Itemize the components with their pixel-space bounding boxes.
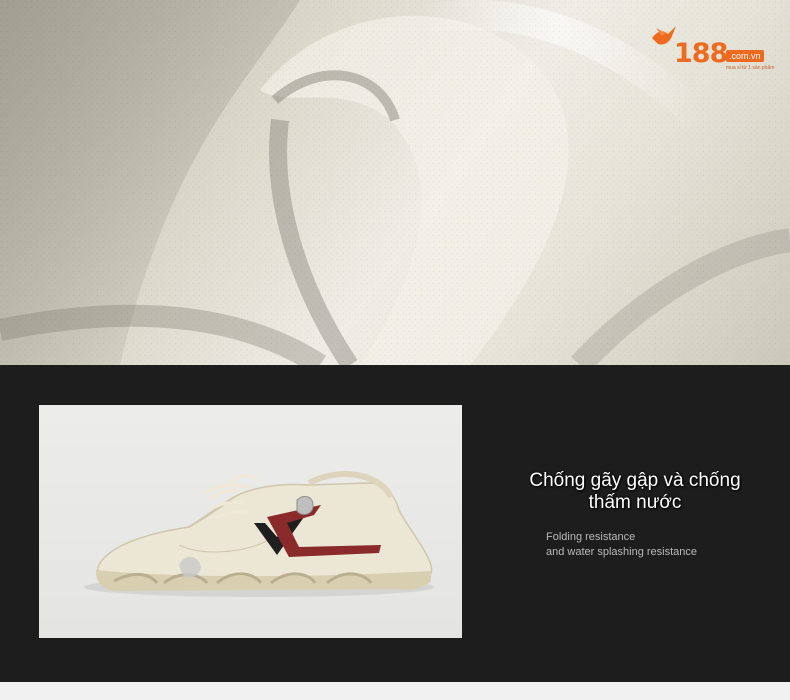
bottom-strip	[0, 682, 790, 700]
shoe-product-image	[39, 405, 462, 638]
leather-texture-image: 188 .com.vn mua sỉ từ 1 sản phẩm	[0, 0, 790, 365]
site-logo[interactable]: 188 .com.vn mua sỉ từ 1 sản phẩm	[650, 22, 775, 71]
feature-subtitle: Folding resistance and water splashing r…	[546, 530, 766, 560]
logo-tagline: mua sỉ từ 1 sản phẩm	[726, 65, 775, 71]
feature-title: Chống gãy gập và chống thấm nước	[529, 470, 741, 513]
feature-subtitle-line1: Folding resistance	[546, 531, 636, 543]
logo-number: 188	[674, 38, 728, 69]
logo-domain: .com.vn	[726, 50, 764, 62]
feature-subtitle-line2: and water splashing resistance	[546, 546, 698, 558]
sneaker-illustration	[84, 471, 434, 597]
